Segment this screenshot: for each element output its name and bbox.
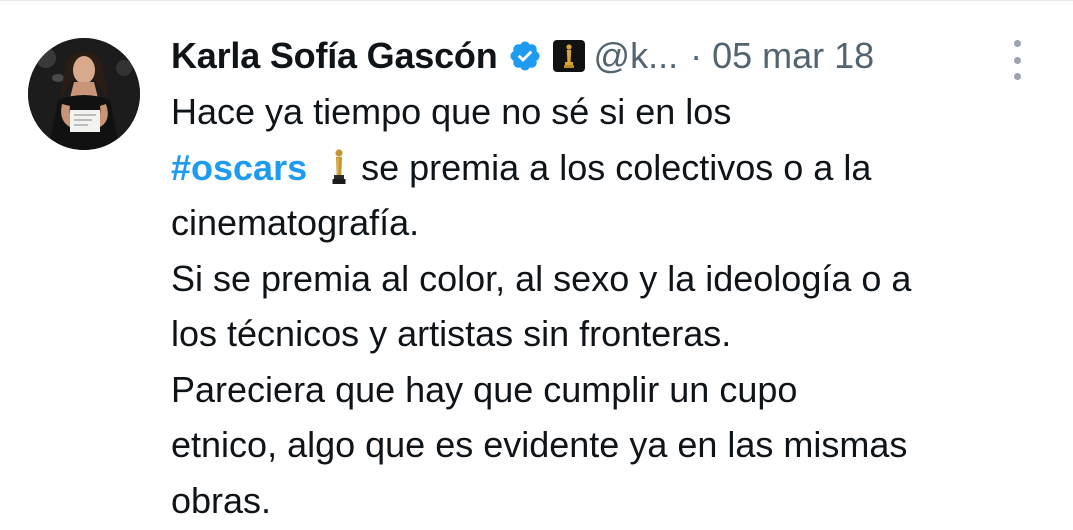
more-dot [1013, 73, 1021, 80]
avatar[interactable] [28, 38, 140, 150]
tweet-text-line: #oscars se premia a los colectivos o a l… [171, 140, 1051, 196]
tweet-text-line: los técnicos y artistas sin fronteras. [171, 313, 732, 354]
tweet-timestamp[interactable]: 05 mar 18 [712, 35, 874, 77]
display-name[interactable]: Karla Sofía Gascón [171, 35, 498, 77]
tweet-text-line: obras. [171, 479, 272, 521]
author-handle[interactable]: @k... [594, 35, 679, 77]
more-dot [1013, 56, 1021, 64]
separator-dot: · [690, 35, 703, 76]
tweet-text-line: Si se premia al color, al sexo y la ideo… [171, 257, 912, 299]
tweet-text: Hace ya tiempo que no sé si en los #osca… [171, 84, 1051, 528]
tweet-text-line: Hace ya tiempo que no sé si en los [171, 91, 732, 132]
more-dot [1013, 40, 1021, 47]
tweet[interactable]: Karla Sofía Gascón @k... · 05 mar 18 Hac… [0, 0, 1073, 530]
tweet-header: Karla Sofía Gascón @k... · 05 mar 18 [171, 30, 874, 82]
tweet-text-line: etnico, algo que es evidente ya en las m… [171, 424, 908, 465]
verified-badge-icon[interactable] [508, 39, 542, 73]
oscar-trophy-icon [329, 146, 349, 184]
more-vertical-icon[interactable] [1004, 40, 1030, 80]
oscar-statuette-badge-icon[interactable] [552, 39, 586, 73]
tweet-text-line: cinematografía. [171, 202, 420, 243]
tweet-text-segment: se premia a los colectivos o a la [361, 146, 872, 188]
tweet-text-line: Pareciera que hay que cumplir un cupo [171, 368, 798, 410]
hashtag-link[interactable]: #oscars [171, 147, 307, 188]
avatar-photo [28, 38, 140, 150]
